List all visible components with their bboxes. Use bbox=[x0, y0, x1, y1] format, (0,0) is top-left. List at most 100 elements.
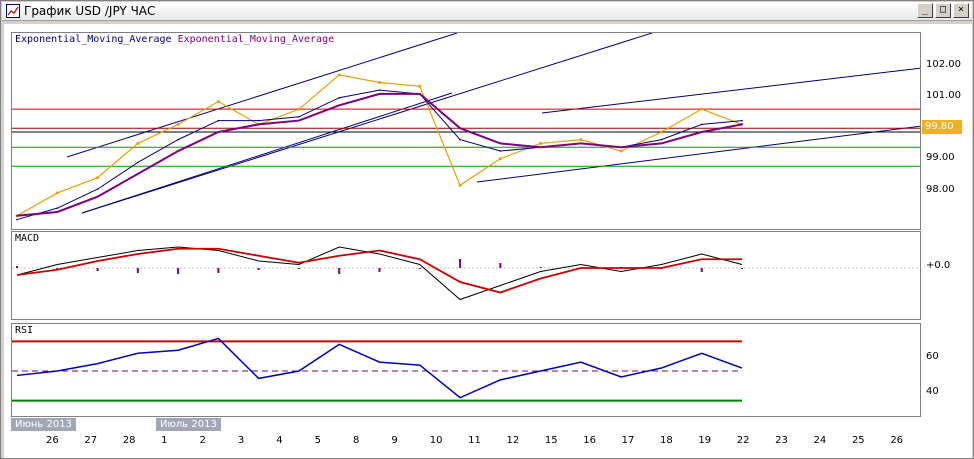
ema-point bbox=[499, 150, 502, 152]
ema-point bbox=[96, 188, 99, 190]
ema-point bbox=[459, 127, 461, 129]
ema-point bbox=[741, 119, 743, 122]
ema-point bbox=[741, 123, 743, 126]
ema-point bbox=[96, 195, 99, 198]
ema-point bbox=[580, 142, 582, 145]
date-tick-label: 12 bbox=[506, 435, 520, 446]
date-tick-label: 4 bbox=[276, 435, 283, 446]
date-tick-label: 10 bbox=[429, 435, 443, 446]
date-tick-label: 9 bbox=[391, 435, 398, 446]
y-tick-101: 101.00 bbox=[926, 90, 961, 101]
rsi-label: RSI bbox=[15, 325, 34, 336]
date-tick-label: 22 bbox=[736, 435, 750, 446]
date-tick-label: 28 bbox=[122, 435, 136, 446]
ema-point bbox=[177, 150, 179, 152]
date-tick-label: 15 bbox=[544, 435, 558, 446]
price-panel[interactable]: Exponential_Moving_Average Exponential_M… bbox=[11, 32, 921, 230]
current-price-badge: 99.80 bbox=[922, 120, 962, 134]
ema-point bbox=[499, 142, 502, 145]
price-point bbox=[619, 149, 623, 153]
ema-point bbox=[660, 138, 663, 141]
minimize-button[interactable]: _ bbox=[917, 3, 933, 18]
price-point bbox=[659, 130, 663, 134]
ema-point bbox=[137, 161, 139, 164]
trendline-upper-2[interactable] bbox=[81, 33, 653, 214]
date-tick-label: 5 bbox=[314, 435, 322, 446]
ema-point bbox=[700, 131, 703, 133]
ema-point bbox=[257, 123, 260, 126]
ema-point bbox=[459, 138, 461, 141]
chart-window: График USD /JPY ЧАС _ □ × Exponential_Mo… bbox=[0, 0, 974, 459]
ema-point bbox=[378, 93, 381, 95]
ema-series-line bbox=[16, 92, 743, 217]
price-point bbox=[216, 100, 220, 104]
macd-line bbox=[16, 246, 743, 301]
ema-legend-2: Exponential_Moving_Average bbox=[177, 34, 335, 45]
ema-point bbox=[620, 146, 622, 149]
macd-tick-zero: +0.0 bbox=[926, 260, 951, 271]
y-tick-99: 99.00 bbox=[926, 152, 955, 163]
macd-plot bbox=[12, 246, 920, 301]
y-tick-102: 102.00 bbox=[926, 59, 961, 70]
date-tick-label: 8 bbox=[353, 435, 360, 446]
ema-point bbox=[418, 93, 421, 95]
rsi-line bbox=[16, 337, 743, 399]
date-tick-label: 11 bbox=[468, 435, 481, 446]
price-point bbox=[539, 141, 543, 145]
ema-point bbox=[56, 207, 59, 209]
chart-icon bbox=[6, 4, 20, 18]
ema-point bbox=[539, 146, 542, 149]
date-tick-label: 23 bbox=[775, 435, 788, 446]
date-tick-label: 18 bbox=[660, 435, 673, 446]
y-tick-98: 98.00 bbox=[926, 184, 955, 195]
rsi-plot bbox=[12, 337, 743, 402]
ema-point bbox=[56, 211, 59, 213]
price-point bbox=[458, 183, 462, 187]
date-tick-label: 24 bbox=[813, 435, 827, 446]
ema-point bbox=[217, 131, 220, 133]
price-point bbox=[579, 138, 583, 142]
macd-panel[interactable]: MACD bbox=[11, 231, 921, 320]
ema-point bbox=[338, 104, 341, 107]
trendline-upper-3[interactable] bbox=[541, 67, 921, 114]
date-tick-label: 16 bbox=[583, 435, 597, 446]
ema-point bbox=[137, 173, 139, 175]
date-tick-label: 1 bbox=[161, 435, 168, 446]
date-tick-label: 19 bbox=[698, 435, 712, 446]
trendline-upper-1[interactable] bbox=[66, 33, 458, 158]
ema-point bbox=[16, 214, 18, 217]
maximize-button[interactable]: □ bbox=[935, 3, 951, 18]
ema-point bbox=[177, 138, 179, 141]
month-tag-july: Июль 2013 bbox=[156, 418, 221, 431]
price-point bbox=[337, 73, 341, 77]
date-tick-label: 26 bbox=[890, 435, 904, 446]
chart-area[interactable]: Exponential_Moving_Average Exponential_M… bbox=[4, 24, 972, 458]
month-tag-june: Июнь 2013 bbox=[11, 418, 76, 431]
ema-point bbox=[16, 218, 18, 221]
price-plot bbox=[12, 33, 921, 221]
price-point bbox=[498, 157, 502, 161]
rsi-panel[interactable]: RSI bbox=[11, 323, 921, 417]
date-tick-label: 27 bbox=[84, 435, 98, 446]
ema-legend: Exponential_Moving_Average Exponential_M… bbox=[15, 34, 334, 45]
title-bar[interactable]: График USD /JPY ЧАС _ □ × bbox=[2, 2, 972, 21]
price-point bbox=[378, 81, 381, 84]
rsi-tick-40: 40 bbox=[926, 386, 939, 397]
price-point bbox=[297, 107, 301, 111]
ema-point bbox=[700, 123, 703, 126]
ema-point bbox=[217, 119, 220, 122]
rsi-tick-60: 60 bbox=[926, 351, 939, 362]
trendline-lower-2[interactable] bbox=[476, 125, 921, 183]
price-point bbox=[176, 122, 180, 126]
date-tick-label: 3 bbox=[237, 435, 245, 446]
trendline-lower-1[interactable] bbox=[81, 92, 453, 214]
macd-label: MACD bbox=[15, 233, 40, 244]
price-point bbox=[55, 191, 59, 195]
ema-point bbox=[378, 89, 381, 91]
ema-point bbox=[660, 142, 663, 145]
date-tick-label: 2 bbox=[199, 435, 206, 446]
close-button[interactable]: × bbox=[953, 3, 969, 18]
ema-point bbox=[257, 119, 260, 122]
price-point bbox=[136, 141, 140, 145]
price-point bbox=[700, 107, 704, 111]
